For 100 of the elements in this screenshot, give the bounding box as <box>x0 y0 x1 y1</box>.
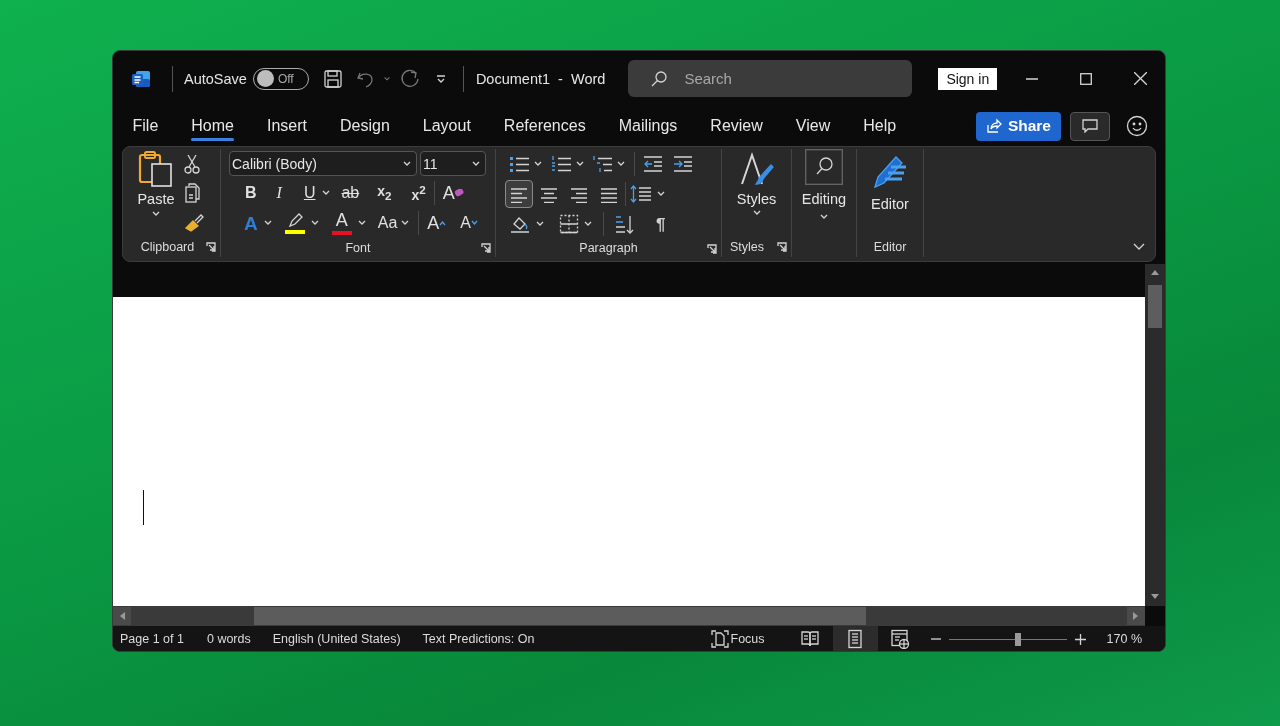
ribbon-tab[interactable]: Insert <box>250 106 324 146</box>
caret-icon[interactable] <box>656 190 666 198</box>
sign-in-button[interactable]: Sign in <box>938 67 998 90</box>
ribbon-tab[interactable]: References <box>487 106 603 146</box>
strikethrough-button[interactable]: ab <box>341 185 360 201</box>
search-icon[interactable] <box>805 149 843 185</box>
caret-icon[interactable] <box>321 189 332 197</box>
zoom-in-icon[interactable] <box>1074 633 1086 645</box>
page-count[interactable]: Page 1 of 1 <box>120 632 184 646</box>
text-predictions-status[interactable]: Text Predictions: On <box>422 632 535 646</box>
caret-icon[interactable] <box>819 213 829 221</box>
line-spacing-icon[interactable] <box>630 184 652 204</box>
sort-icon[interactable] <box>614 213 634 235</box>
share-button[interactable]: Share <box>975 111 1061 141</box>
font-size-field[interactable]: 11 <box>420 151 486 176</box>
italic-button[interactable]: I <box>276 185 282 201</box>
caret-icon[interactable] <box>583 220 593 228</box>
align-left-button[interactable] <box>505 180 533 208</box>
scroll-down-icon[interactable] <box>1151 593 1159 601</box>
comments-button[interactable] <box>1070 111 1110 141</box>
focus-icon[interactable] <box>710 630 729 648</box>
increase-indent-icon[interactable] <box>673 155 693 173</box>
scrollbar-thumb[interactable] <box>1148 285 1162 328</box>
align-center-icon <box>540 185 558 203</box>
smiley-icon[interactable] <box>1126 115 1148 137</box>
search-icon <box>650 70 669 88</box>
numbering-icon[interactable] <box>551 155 573 173</box>
scroll-right-icon[interactable] <box>1132 612 1140 620</box>
maximize-icon[interactable] <box>1080 72 1093 85</box>
borders-icon[interactable] <box>559 214 579 234</box>
ribbon-tab[interactable]: Mailings <box>602 106 694 146</box>
caret-icon[interactable] <box>262 219 273 227</box>
ribbon-tab[interactable]: File <box>116 106 175 146</box>
editor-button[interactable]: Editor <box>871 196 909 212</box>
zoom-slider-thumb[interactable] <box>1015 632 1022 646</box>
customize-toolbar-icon[interactable] <box>434 72 447 85</box>
horizontal-scrollbar[interactable] <box>113 606 1145 626</box>
subscript-button[interactable]: x$_{2}$ <box>377 184 392 202</box>
dialog-launcher-icon[interactable] <box>777 242 787 252</box>
superscript-button[interactable]: x$^{2}$ <box>411 184 426 202</box>
decrease-indent-icon[interactable] <box>643 155 663 173</box>
zoom-level[interactable]: 170 % <box>1106 632 1142 646</box>
cut-icon[interactable] <box>184 154 200 174</box>
caret-icon[interactable] <box>535 220 545 228</box>
font-name-field[interactable]: Calibri (Body) <box>229 151 417 176</box>
scrollbar-thumb[interactable] <box>254 607 866 625</box>
change-case-button[interactable]: Aa <box>377 215 398 231</box>
format-painter-icon[interactable] <box>184 212 204 232</box>
group-label: Clipboard <box>140 240 195 254</box>
scroll-left-icon[interactable] <box>118 612 126 620</box>
ribbon-tab[interactable]: Layout <box>406 106 488 146</box>
font-color-button[interactable]: A <box>335 211 348 229</box>
caret-icon[interactable] <box>616 160 626 168</box>
scroll-up-icon[interactable] <box>1151 268 1159 276</box>
multilevel-list-icon[interactable] <box>592 155 614 173</box>
styles-button[interactable]: Styles <box>736 191 777 207</box>
collapse-ribbon-icon[interactable] <box>1133 243 1145 251</box>
eraser-icon <box>454 189 464 197</box>
ribbon-tab[interactable]: View <box>779 106 847 146</box>
caret-icon[interactable] <box>356 219 367 227</box>
ribbon-tab[interactable]: Review <box>693 106 780 146</box>
dialog-launcher-icon[interactable] <box>707 244 717 254</box>
redo-icon[interactable] <box>398 67 421 90</box>
clear-formatting-button[interactable]: A <box>442 184 455 202</box>
ribbon-tab[interactable]: Home <box>174 106 251 146</box>
caret-icon[interactable] <box>471 159 481 168</box>
caret-icon[interactable] <box>533 160 543 168</box>
text-effects-button[interactable]: A <box>244 213 258 233</box>
caret-icon[interactable] <box>309 219 320 227</box>
grow-font-button[interactable]: A <box>427 214 440 232</box>
dialog-launcher-icon[interactable] <box>206 242 216 252</box>
caret-icon[interactable] <box>402 159 412 168</box>
caret-icon[interactable] <box>400 219 411 227</box>
paste-button[interactable]: Paste <box>137 191 175 207</box>
comment-icon <box>1082 119 1098 133</box>
caret-icon[interactable] <box>151 210 161 218</box>
search-field[interactable]: Search <box>628 60 913 97</box>
bold-button[interactable]: B <box>245 185 257 201</box>
caret-icon[interactable] <box>751 209 762 217</box>
vertical-scrollbar[interactable] <box>1145 264 1165 606</box>
dialog-launcher-icon[interactable] <box>481 243 491 253</box>
copy-icon[interactable] <box>184 183 202 203</box>
underline-button[interactable]: U <box>303 185 316 201</box>
paste-icon[interactable] <box>137 150 175 188</box>
editing-button[interactable]: Editing <box>801 191 847 207</box>
text-cursor <box>143 490 144 525</box>
show-formatting-marks-button[interactable]: ¶ <box>656 215 666 233</box>
ribbon-tab[interactable]: Help <box>846 106 913 146</box>
print-layout-button[interactable] <box>832 626 878 651</box>
focus-button[interactable]: Focus <box>730 632 765 646</box>
shrink-font-button[interactable]: A <box>460 215 471 231</box>
autosave-label: AutoSave <box>184 70 247 87</box>
word-count[interactable]: 0 words <box>206 632 251 646</box>
language-status[interactable]: English (United States) <box>272 632 401 646</box>
close-icon[interactable] <box>1134 72 1148 85</box>
bullets-icon[interactable] <box>509 155 531 173</box>
app-icon[interactable] <box>131 68 151 89</box>
save-icon[interactable] <box>322 68 343 89</box>
ribbon-tab[interactable]: Design <box>323 106 407 146</box>
caret-icon[interactable] <box>575 160 585 168</box>
